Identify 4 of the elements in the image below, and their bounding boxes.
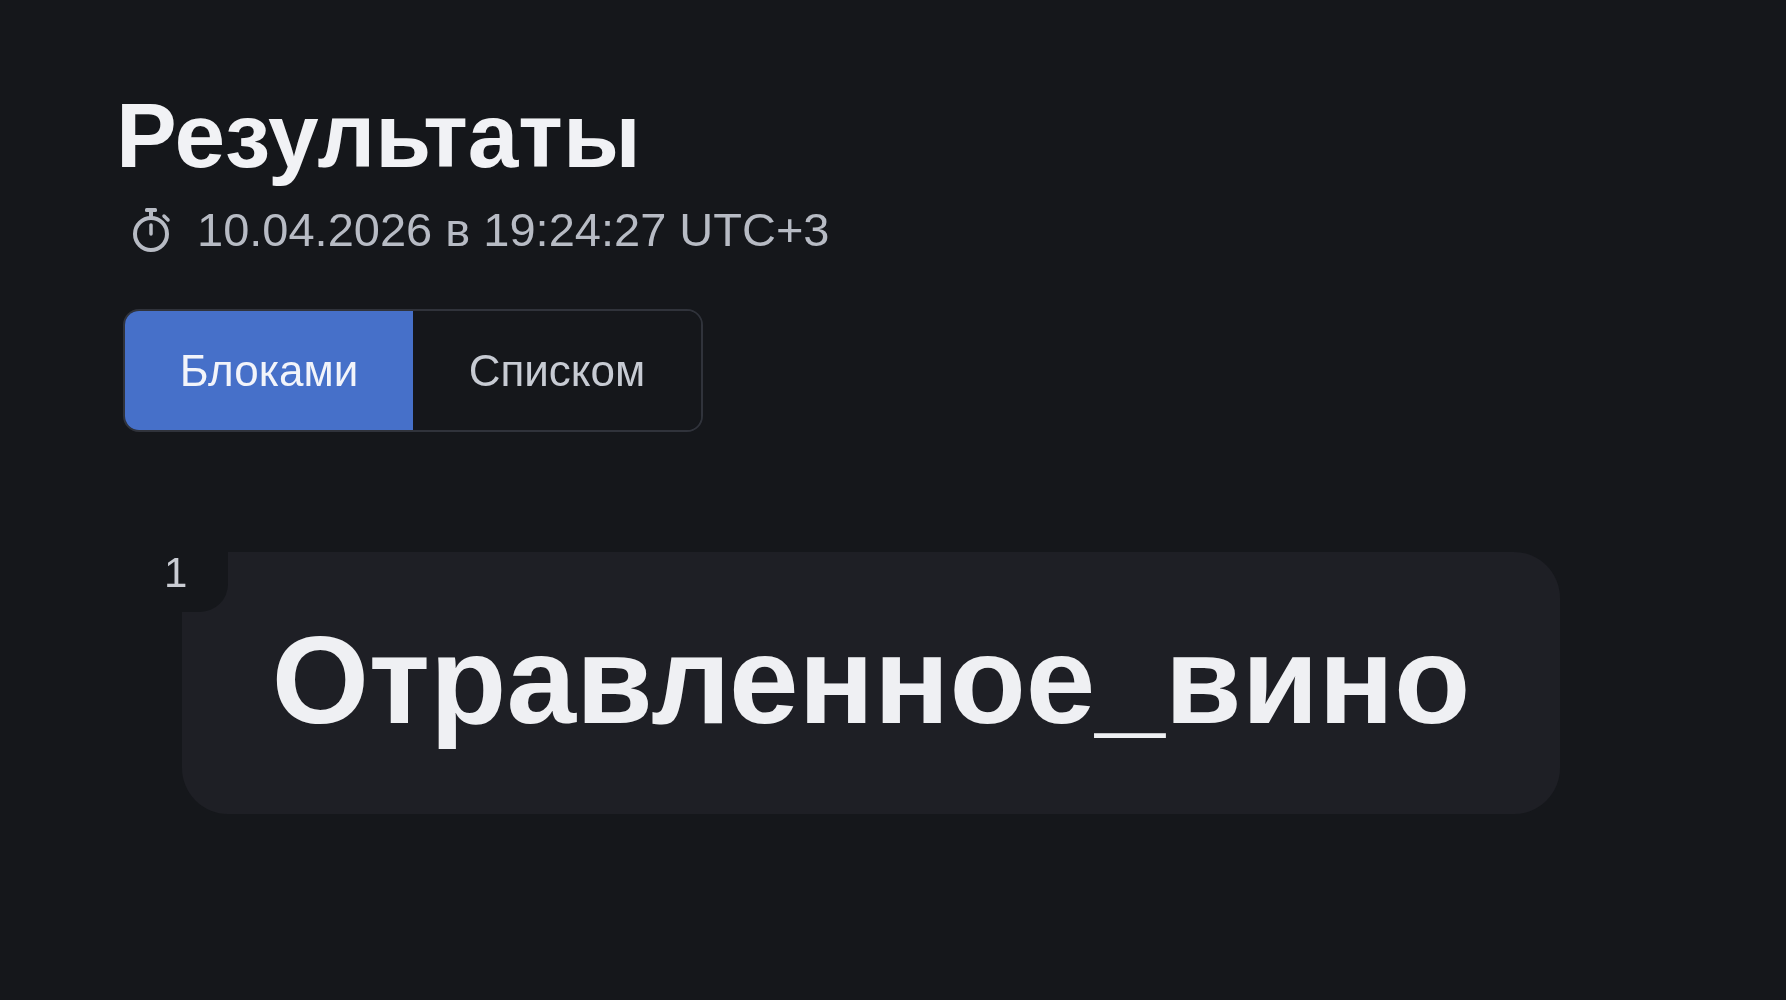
result-text: Отравленное_вино [271, 609, 1471, 751]
page-title: Результаты [116, 86, 641, 186]
timestamp: 10.04.2026 в 19:24:27 UTC+3 [197, 202, 830, 258]
view-tab[interactable]: Блоками [125, 311, 413, 430]
